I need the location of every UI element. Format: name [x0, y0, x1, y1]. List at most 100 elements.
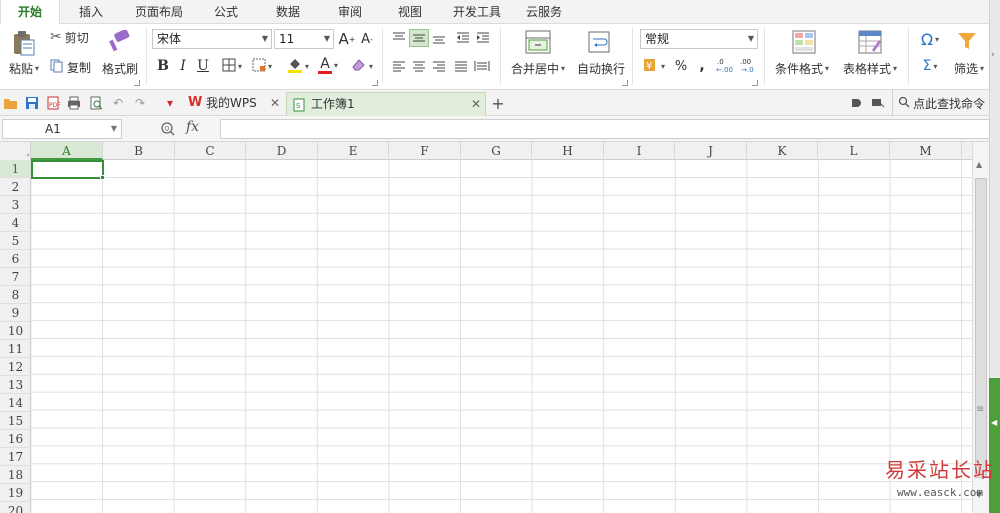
align-right-icon[interactable] — [430, 57, 448, 75]
active-cell-a1[interactable] — [31, 160, 104, 179]
row-header-7[interactable]: 7 — [0, 268, 31, 286]
zoom-function-icon[interactable]: Q — [160, 121, 176, 137]
row-header-8[interactable]: 8 — [0, 286, 31, 304]
cell-area[interactable] — [31, 160, 972, 513]
export-pdf-icon[interactable]: PDF — [45, 95, 61, 111]
border-button[interactable]: ▾ — [218, 56, 246, 76]
clear-format-button[interactable]: ▾ — [348, 56, 376, 76]
column-header-a[interactable]: A — [31, 142, 103, 160]
align-top-icon[interactable] — [390, 29, 408, 47]
increase-decimal-icon[interactable]: .0 ←.00 — [714, 54, 734, 76]
new-tab-plus-icon[interactable]: + — [490, 94, 506, 113]
justify-icon[interactable] — [452, 57, 470, 75]
column-header-b[interactable]: B — [103, 142, 175, 160]
wrap-text-button[interactable]: 自动换行 — [574, 60, 628, 76]
folder-open-icon[interactable] — [3, 95, 19, 111]
percent-button[interactable]: % — [672, 56, 690, 76]
column-header-m[interactable]: M — [890, 142, 962, 160]
scrollbar-thumb[interactable] — [975, 178, 987, 478]
column-header-i[interactable]: I — [604, 142, 675, 160]
conditional-format-icon[interactable] — [790, 28, 818, 56]
tab-view[interactable]: 视图 — [384, 0, 436, 24]
font-color-button[interactable]: A ▾ — [314, 54, 342, 76]
copy-button[interactable]: 复制 — [50, 58, 98, 76]
bold-button[interactable]: B — [154, 56, 172, 76]
tab-insert[interactable]: 插入 — [62, 0, 120, 24]
align-bottom-icon[interactable] — [430, 29, 448, 47]
tab-data[interactable]: 数据 — [262, 0, 314, 24]
insert-function-button[interactable]: fx — [186, 119, 199, 135]
row-header-11[interactable]: 11 — [0, 340, 31, 358]
fill-color-button[interactable]: ▾ — [284, 56, 312, 76]
row-header-12[interactable]: 12 — [0, 358, 31, 376]
font-launcher[interactable] — [372, 80, 378, 86]
share-icon[interactable] — [870, 95, 886, 111]
row-header-15[interactable]: 15 — [0, 412, 31, 430]
row-header-1[interactable]: 1 — [0, 160, 31, 178]
row-header-13[interactable]: 13 — [0, 376, 31, 394]
tab-cloud[interactable]: 云服务 — [516, 0, 572, 24]
column-header-g[interactable]: G — [461, 142, 532, 160]
table-style-button[interactable]: 表格样式 ▾ — [838, 60, 902, 76]
underline-button[interactable]: U — [194, 56, 212, 76]
row-header-9[interactable]: 9 — [0, 304, 31, 322]
paste-button[interactable]: 粘贴 ▾ — [4, 60, 44, 76]
name-box[interactable]: A1 ▼ — [2, 119, 122, 139]
row-header-14[interactable]: 14 — [0, 394, 31, 412]
clipboard-launcher[interactable] — [134, 80, 140, 86]
cell-style-button[interactable]: ▾ — [248, 56, 276, 76]
column-header-l[interactable]: L — [818, 142, 890, 160]
symbol-button[interactable]: Ω ▾ — [914, 28, 946, 50]
column-header-f[interactable]: F — [389, 142, 461, 160]
row-header-10[interactable]: 10 — [0, 322, 31, 340]
number-launcher[interactable] — [752, 80, 758, 86]
chevron-right-icon[interactable]: › — [991, 50, 995, 60]
row-header-4[interactable]: 4 — [0, 214, 31, 232]
tab-review[interactable]: 审阅 — [324, 0, 376, 24]
column-header-e[interactable]: E — [318, 142, 389, 160]
funnel-icon[interactable] — [954, 28, 980, 54]
align-middle-icon[interactable] — [409, 29, 429, 47]
increase-font-icon[interactable]: A + — [338, 29, 356, 49]
paste-icon[interactable] — [6, 28, 42, 58]
row-header-2[interactable]: 2 — [0, 178, 31, 196]
wrap-text-icon[interactable] — [584, 28, 614, 56]
row-header-18[interactable]: 18 — [0, 466, 31, 484]
column-header-k[interactable]: K — [747, 142, 818, 160]
format-painter-icon[interactable] — [104, 28, 134, 54]
row-header-19[interactable]: 19 — [0, 484, 31, 502]
decrease-decimal-icon[interactable]: .00 →.0 — [738, 54, 758, 76]
close-icon[interactable]: ✕ — [270, 92, 280, 114]
format-painter-button[interactable]: 格式刷 — [100, 60, 140, 76]
tab-developer[interactable]: 开发工具 — [446, 0, 508, 24]
row-header-6[interactable]: 6 — [0, 250, 31, 268]
align-center-icon[interactable] — [410, 57, 428, 75]
row-header-5[interactable]: 5 — [0, 232, 31, 250]
currency-button[interactable]: ¥ ▾ — [640, 56, 668, 76]
indent-increase-icon[interactable] — [474, 29, 492, 47]
comma-button[interactable]: , — [694, 56, 710, 76]
row-header-3[interactable]: 3 — [0, 196, 31, 214]
cloud-sync-icon[interactable] — [848, 95, 864, 111]
save-icon[interactable] — [24, 95, 40, 111]
cut-button[interactable]: ✂ 剪切 — [50, 28, 98, 46]
indent-decrease-icon[interactable] — [454, 29, 472, 47]
row-header-16[interactable]: 16 — [0, 430, 31, 448]
distributed-align-icon[interactable] — [472, 57, 492, 75]
tab-formulas[interactable]: 公式 — [200, 0, 252, 24]
merge-center-button[interactable]: 合并居中 ▾ — [504, 60, 572, 76]
alignment-launcher[interactable] — [622, 80, 628, 86]
column-header-h[interactable]: H — [532, 142, 604, 160]
table-style-icon[interactable] — [856, 28, 884, 56]
scroll-up-icon[interactable]: ▲ — [976, 160, 982, 169]
font-size-select[interactable]: 11 ▼ — [274, 29, 334, 49]
conditional-format-button[interactable]: 条件格式 ▾ — [770, 60, 834, 76]
close-icon[interactable]: ✕ — [471, 93, 481, 115]
tab-page-layout[interactable]: 页面布局 — [126, 0, 192, 24]
tab-home[interactable]: 开始 — [0, 0, 60, 25]
doc-tab-my-wps[interactable]: W 我的WPS ✕ — [184, 92, 284, 116]
align-left-icon[interactable] — [390, 57, 408, 75]
undo-icon[interactable]: ↶ — [110, 95, 126, 111]
filter-button[interactable]: 筛选 ▾ — [950, 60, 988, 76]
column-header-c[interactable]: C — [175, 142, 246, 160]
